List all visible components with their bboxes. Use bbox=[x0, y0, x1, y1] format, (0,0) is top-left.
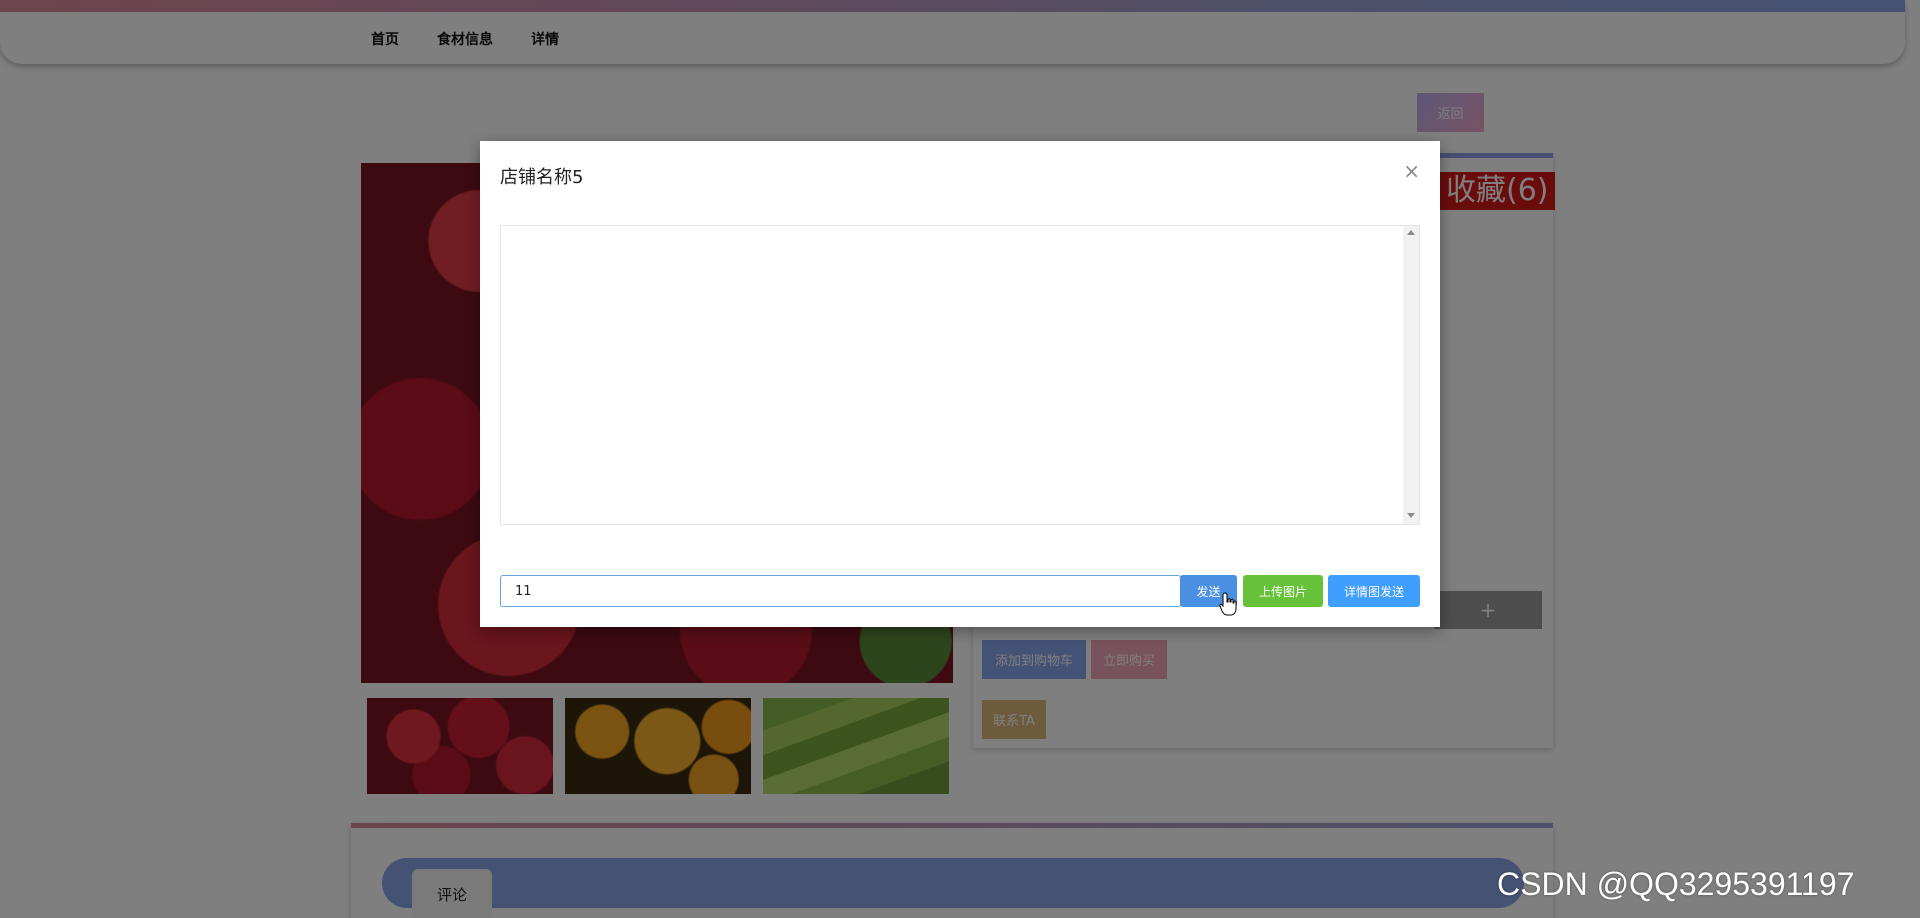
chat-scrollbar[interactable] bbox=[1403, 226, 1419, 524]
hand-pointer-icon bbox=[1219, 592, 1237, 616]
message-input[interactable] bbox=[500, 575, 1181, 607]
chat-message-area bbox=[500, 225, 1420, 525]
close-icon[interactable]: × bbox=[1403, 159, 1420, 183]
send-detail-image-button[interactable]: 详情图发送 bbox=[1328, 575, 1420, 607]
upload-image-button[interactable]: 上传图片 bbox=[1243, 575, 1323, 607]
dialog-title: 店铺名称5 bbox=[500, 167, 584, 188]
scroll-down-arrow-icon[interactable] bbox=[1407, 513, 1415, 518]
scroll-up-arrow-icon[interactable] bbox=[1407, 230, 1415, 235]
watermark-text: CSDN @QQ3295391197 bbox=[1497, 866, 1855, 902]
chat-dialog: 店铺名称5 × 发送 上传图片 详情图发送 bbox=[480, 141, 1440, 627]
